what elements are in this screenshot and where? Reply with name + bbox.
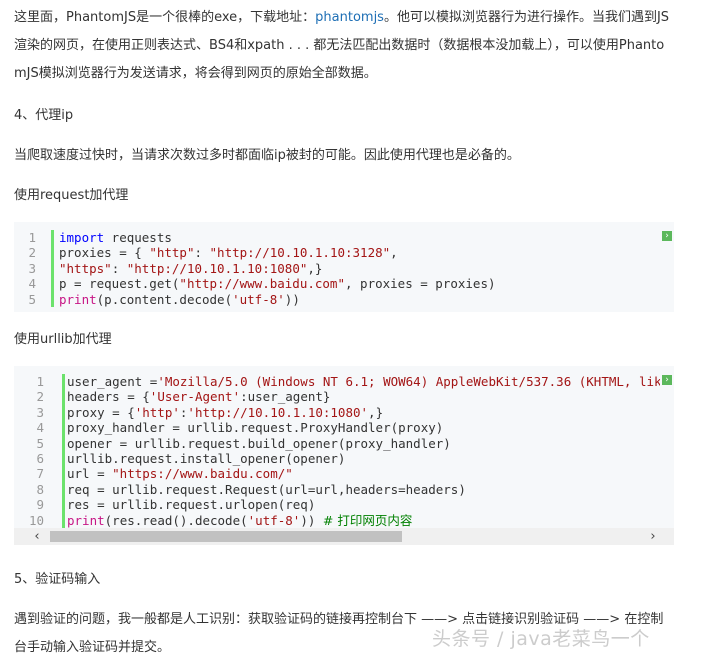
code-line: 2 headers = {'User-Agent':user_agent} (36, 389, 331, 405)
horizontal-scrollbar[interactable]: ‹ › (14, 528, 674, 545)
section-4-heading: 4、代理ip (14, 108, 74, 123)
section-5-heading: 5、验证码输入 (14, 572, 101, 587)
code-block-request: › 1 import requests 2 proxies = { "http": … (14, 222, 674, 312)
code-line: 4p = request.get("http://www.baidu.com",… (28, 276, 496, 292)
code-line: 6 urllib.request.install_opener(opener) (36, 450, 346, 466)
proxy-description: 当爬取速度过快时，当请求次数过多时都面临ip被封的可能。因此使用代理也是必备的。 (14, 148, 520, 163)
code-line: 1 import requests (28, 230, 172, 245)
watermark: 头条号 / java老菜鸟一个 (432, 628, 650, 650)
urllib-proxy-label: 使用urllib加代理 (14, 332, 112, 347)
code-lines: 1 import requests 2 proxies = { "http": "h… (14, 230, 654, 307)
code-line: 1 user_agent ='Mozilla/5.0 (Windows NT 6.… (36, 374, 660, 389)
code-lines: 1 user_agent ='Mozilla/5.0 (Windows NT 6.… (14, 374, 660, 528)
intro-paragraph: 这里面，PhantomJS是一个很棒的exe，下载地址：phantomjs。他可… (14, 4, 708, 88)
phantomjs-link[interactable]: phantomjs (315, 10, 384, 25)
code-line: 3 proxy = {'http':'http://10.10.1.10:1080… (36, 404, 384, 420)
intro-line-1: 这里面，PhantomJS是一个很棒的exe，下载地址：phantomjs。他可… (14, 10, 670, 25)
copy-icon[interactable]: › (662, 375, 672, 385)
code-line: 7 url = "https://www.baidu.com/" (36, 466, 293, 482)
code-line: 9 res = urllib.request.urlopen(req) (36, 497, 316, 513)
request-proxy-label: 使用request加代理 (14, 188, 129, 203)
code-line: 4 proxy_handler = urllib.request.ProxyHan… (36, 420, 444, 436)
code-line: 3 "https": "http://10.10.1.10:1080",} (28, 260, 323, 276)
code-block-urllib: › 1 user_agent ='Mozilla/5.0 (Windows NT … (14, 366, 674, 528)
code-line: 5 opener = urllib.request.build_opener(pr… (36, 435, 451, 451)
intro-line-2: 渲染的网页，在使用正则表达式、BS4和xpath . . . 都无法匹配出数据时… (14, 38, 665, 53)
scroll-left-arrow-icon[interactable]: ‹ (28, 528, 46, 545)
scroll-right-arrow-icon[interactable]: › (644, 528, 662, 545)
copy-icon[interactable]: › (662, 231, 672, 241)
code-line: 5 print(p.content.decode('utf-8')) (28, 291, 300, 307)
scrollbar-thumb[interactable] (50, 531, 402, 542)
code-line: 8 req = urllib.request.Request(url=url,he… (36, 481, 466, 497)
intro-line-3: mJS模拟浏览器行为发送请求，将会得到网页的原始全部数据。 (14, 66, 377, 81)
code-line: 10 print(res.read().decode('utf-8')) # 打印… (28, 512, 413, 528)
code-line: 2 proxies = { "http": "http://10.10.1.10:… (28, 245, 398, 261)
